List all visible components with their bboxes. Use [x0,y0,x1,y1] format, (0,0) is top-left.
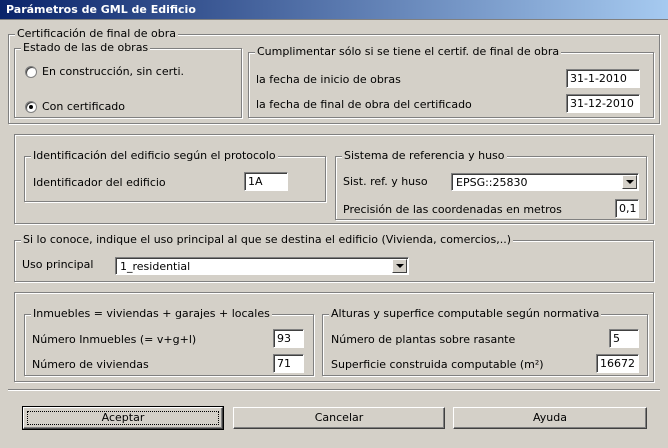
uso-principal-label: Uso principal [22,258,94,271]
fecha-inicio-label: la fecha de inicio de obras [256,73,401,86]
num-viviendas-label: Número de viviendas [32,358,149,371]
identificacion-legend: Identificación del edificio según el pro… [31,149,278,162]
plantas-input[interactable]: 5 [609,329,639,348]
inmuebles-legend: Inmuebles = viviendas + garajes + locale… [31,307,272,320]
srs-select-value: EPSG::25830 [456,176,528,189]
plantas-label: Número de plantas sobre rasante [331,333,516,346]
radio-en-construccion-label[interactable]: En construcción, sin certi. [42,65,184,78]
identificador-input[interactable]: 1A [244,172,288,191]
chevron-down-icon[interactable] [622,175,637,189]
superficie-input[interactable]: 16672 [596,354,639,373]
alturas-legend: Alturas y superfice computable según nor… [329,307,602,320]
precision-label: Precisión de las coordenadas en metros [343,203,562,216]
fecha-inicio-input[interactable]: 31-1-2010 [566,69,640,88]
radio-con-certificado[interactable] [25,101,37,113]
title-bar[interactable]: Parámetros de GML de Edificio [0,0,668,20]
estado-obras-legend: Estado de las de obras [21,41,151,54]
srs-select[interactable]: EPSG::25830 [451,173,639,191]
num-inmuebles-input[interactable]: 93 [273,329,304,348]
ayuda-button-label: Ayuda [533,411,567,424]
superficie-label: Superficie construida computable (m²) [331,358,544,371]
num-viviendas-input[interactable]: 71 [273,354,304,373]
fecha-final-label: la fecha de final de obra del certificad… [256,98,472,111]
fechas-legend: Cumplimentar sólo si se tiene el certif.… [255,45,562,58]
aceptar-button[interactable]: Aceptar [22,406,224,430]
window-title: Parámetros de GML de Edificio [6,3,196,16]
radio-con-certificado-label[interactable]: Con certificado [42,100,125,113]
aceptar-button-label: Aceptar [101,411,145,424]
radio-en-construccion[interactable] [25,66,37,78]
ayuda-button[interactable]: Ayuda [453,407,647,429]
sistema-legend: Sistema de referencia y huso [342,149,507,162]
uso-principal-select[interactable]: 1_residential [115,257,409,275]
uso-principal-value: 1_residential [120,260,191,273]
certificacion-legend: Certificación de final de obra [15,27,179,40]
uso-legend: Si lo conoce, indique el uso principal a… [21,233,514,246]
num-inmuebles-label: Número Inmuebles (= v+g+l) [32,333,197,346]
identificador-label: Identificador del edificio [33,176,166,189]
precision-input[interactable]: 0,1 [615,199,639,218]
cancelar-button-label: Cancelar [314,411,364,424]
separator [8,389,660,391]
fecha-final-input[interactable]: 31-12-2010 [566,94,640,113]
srs-label: Sist. ref. y huso [343,175,428,188]
cancelar-button[interactable]: Cancelar [233,407,445,429]
chevron-down-icon[interactable] [392,259,407,273]
